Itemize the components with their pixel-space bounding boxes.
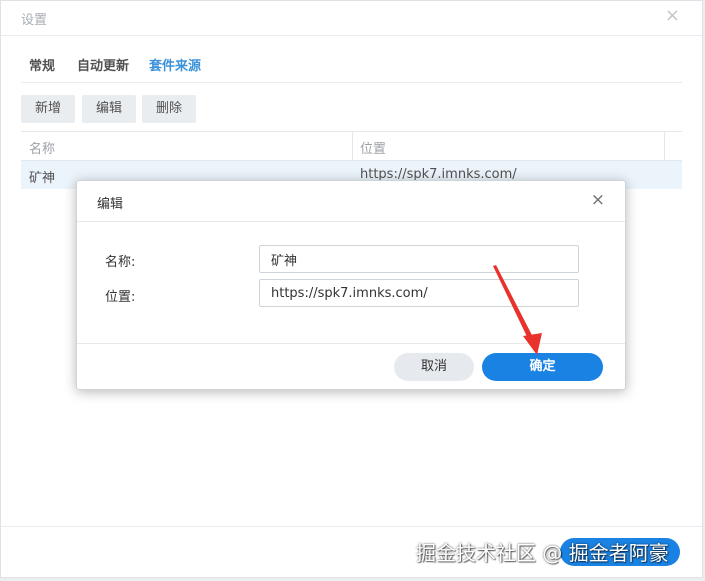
name-label: 名称: [105,255,136,270]
edit-dialog: 编辑 × 名称: 位置: 取消 确定 [76,180,626,390]
watermark-text: 掘金技术社区 @ 掘金者阿豪 [416,541,669,565]
dialog-title: 编辑 [97,197,124,212]
dialog-footer-divider [77,343,625,344]
name-field[interactable] [259,245,579,273]
location-label: 位置: [105,290,136,305]
dialog-header-divider [77,221,625,222]
cancel-button[interactable]: 取消 [394,353,474,381]
location-field[interactable] [259,279,579,307]
ok-button[interactable]: 确定 [482,353,603,381]
close-icon[interactable]: × [591,191,605,209]
